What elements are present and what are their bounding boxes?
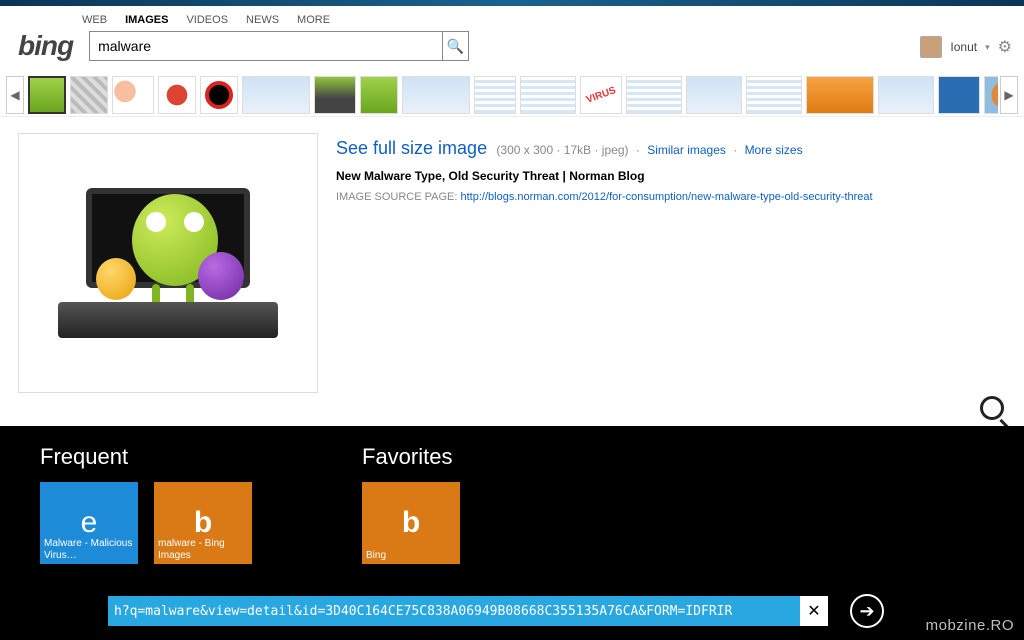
source-url-link[interactable]: http://blogs.norman.com/2012/for-consump… [461, 191, 873, 203]
go-button[interactable]: ➔ [850, 594, 884, 628]
tile-label: Malware - Malicious Virus… [44, 538, 134, 561]
thumbnail[interactable] [70, 76, 108, 114]
thumbnail[interactable] [28, 76, 66, 114]
favorites-title: Favorites [362, 444, 460, 470]
arrow-right-icon: ➔ [859, 601, 874, 622]
nav-web[interactable]: WEB [82, 14, 107, 26]
bing-page: WEB IMAGES VIDEOS NEWS MORE bing 🔍 Ionut… [0, 6, 1024, 426]
nav-news[interactable]: NEWS [246, 14, 279, 26]
address-input[interactable] [108, 596, 800, 626]
strip-prev-button[interactable]: ◀ [6, 76, 24, 114]
header-row: bing 🔍 [0, 30, 1024, 72]
user-area: Ionut ▾ ⚙ [920, 36, 1012, 58]
thumbnail[interactable] [360, 76, 398, 114]
image-preview[interactable] [18, 133, 318, 393]
image-dimensions: (300 x 300 · 17kB · jpeg) [496, 143, 628, 157]
search-box: 🔍 [89, 31, 469, 61]
search-input[interactable] [90, 32, 442, 60]
thumbnail[interactable] [938, 76, 980, 114]
close-icon: ✕ [807, 603, 820, 620]
thumbnail[interactable] [984, 76, 998, 114]
thumbnail[interactable] [158, 76, 196, 114]
full-size-link[interactable]: See full size image [336, 138, 487, 158]
chevron-down-icon[interactable]: ▾ [985, 42, 990, 53]
frequent-title: Frequent [40, 444, 252, 470]
metro-start-bar: Frequent e Malware - Malicious Virus… b … [0, 426, 1024, 640]
thumbnails [26, 76, 998, 114]
thumbnail[interactable] [746, 76, 802, 114]
tile-label: malware - Bing Images [158, 538, 248, 561]
thumbnail[interactable] [686, 76, 742, 114]
address-bar-row: ✕ ➔ [108, 594, 884, 628]
thumbnail-strip: ◀ [0, 72, 1024, 117]
gear-icon[interactable]: ⚙ [998, 37, 1012, 57]
address-bar: ✕ [108, 596, 828, 626]
thumbnail[interactable] [112, 76, 154, 114]
nav-videos[interactable]: VIDEOS [186, 14, 228, 26]
search-icon: 🔍 [447, 38, 464, 54]
thumbnail[interactable] [474, 76, 516, 114]
thumbnail[interactable] [242, 76, 310, 114]
thumbnail[interactable] [200, 76, 238, 114]
watermark: mobzine.RO [926, 617, 1014, 634]
thumbnail[interactable] [878, 76, 934, 114]
similar-images-link[interactable]: Similar images [647, 143, 726, 157]
thumbnail[interactable] [806, 76, 874, 114]
strip-next-button[interactable]: ▶ [1000, 76, 1018, 114]
magnifier-icon[interactable] [980, 396, 1004, 420]
frequent-group: Frequent e Malware - Malicious Virus… b … [40, 444, 252, 564]
tile-bing-fav[interactable]: b Bing [362, 482, 460, 564]
user-name[interactable]: Ionut [950, 40, 977, 54]
thumbnail[interactable] [626, 76, 682, 114]
avatar[interactable] [920, 36, 942, 58]
favorites-group: Favorites b Bing [362, 444, 460, 564]
image-title: New Malware Type, Old Security Threat | … [336, 166, 873, 186]
nav-more[interactable]: MORE [297, 14, 330, 26]
tile-ie[interactable]: e Malware - Malicious Virus… [40, 482, 138, 564]
image-meta: See full size image (300 x 300 · 17kB · … [336, 133, 873, 393]
address-clear-button[interactable]: ✕ [800, 596, 828, 626]
top-nav: WEB IMAGES VIDEOS NEWS MORE [0, 6, 1024, 30]
thumbnail[interactable] [314, 76, 356, 114]
tile-label: Bing [366, 550, 456, 562]
search-button[interactable]: 🔍 [442, 32, 468, 60]
thumbnail[interactable] [580, 76, 622, 114]
malware-illustration [58, 188, 278, 338]
thumbnail[interactable] [402, 76, 470, 114]
tile-bing-images[interactable]: b malware - Bing Images [154, 482, 252, 564]
thumbnail[interactable] [520, 76, 576, 114]
source-label: IMAGE SOURCE PAGE: [336, 191, 457, 203]
bing-logo[interactable]: bing [18, 30, 73, 62]
nav-images[interactable]: IMAGES [125, 14, 168, 26]
more-sizes-link[interactable]: More sizes [745, 143, 803, 157]
detail-area: See full size image (300 x 300 · 17kB · … [0, 117, 1024, 409]
